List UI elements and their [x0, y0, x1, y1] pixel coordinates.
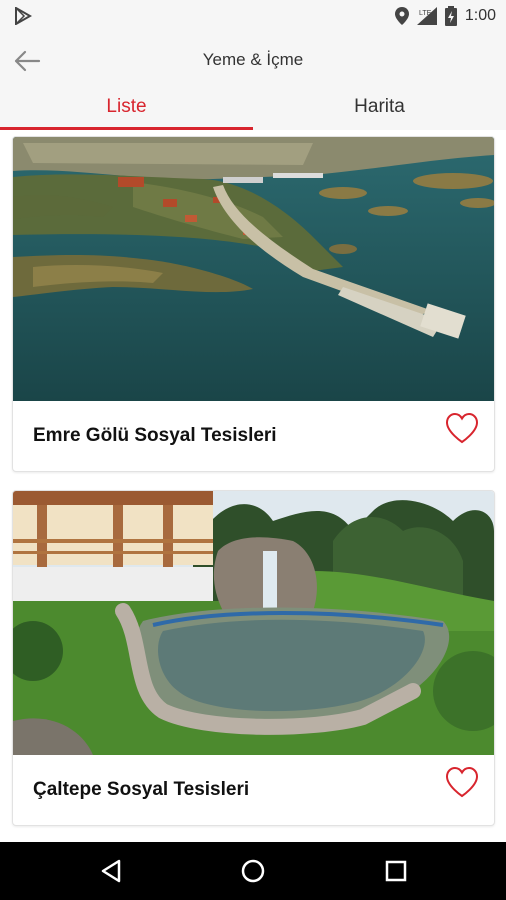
page-title: Yeme & İçme	[202, 50, 304, 69]
signal-icon: LTE	[416, 7, 437, 25]
clock: 1:00	[464, 7, 496, 24]
location-icon	[394, 7, 409, 25]
tab-liste[interactable]: Liste	[0, 90, 253, 130]
list-item[interactable]: Emre Gölü Sosyal Tesisleri	[12, 136, 495, 472]
place-name: Emre Gölü Sosyal Tesisleri	[33, 425, 277, 446]
recents-square-icon[interactable]	[381, 856, 411, 886]
place-name: Çaltepe Sosyal Tesisleri	[33, 779, 250, 800]
tab-bar: Liste Harita	[0, 90, 506, 130]
place-photo	[13, 491, 494, 755]
app-bar: Yeme & İçme	[0, 32, 506, 90]
place-caption: Emre Gölü Sosyal Tesisleri	[13, 401, 494, 471]
play-store-icon	[15, 7, 32, 25]
list-item[interactable]: Çaltepe Sosyal Tesisleri	[12, 490, 495, 826]
tab-harita[interactable]: Harita	[253, 90, 506, 130]
heart-icon[interactable]	[444, 411, 480, 447]
heart-icon[interactable]	[444, 765, 480, 801]
status-bar: LTE 1:00	[0, 0, 506, 32]
place-photo	[13, 137, 494, 401]
places-list[interactable]: Emre Gölü Sosyal Tesisleri Çaltepe Sosya…	[0, 130, 506, 842]
back-triangle-icon[interactable]	[97, 856, 127, 886]
svg-text:LTE: LTE	[419, 10, 432, 17]
system-nav-bar	[0, 842, 506, 900]
battery-icon	[444, 6, 457, 26]
place-caption: Çaltepe Sosyal Tesisleri	[13, 755, 494, 825]
home-circle-icon[interactable]	[238, 856, 268, 886]
